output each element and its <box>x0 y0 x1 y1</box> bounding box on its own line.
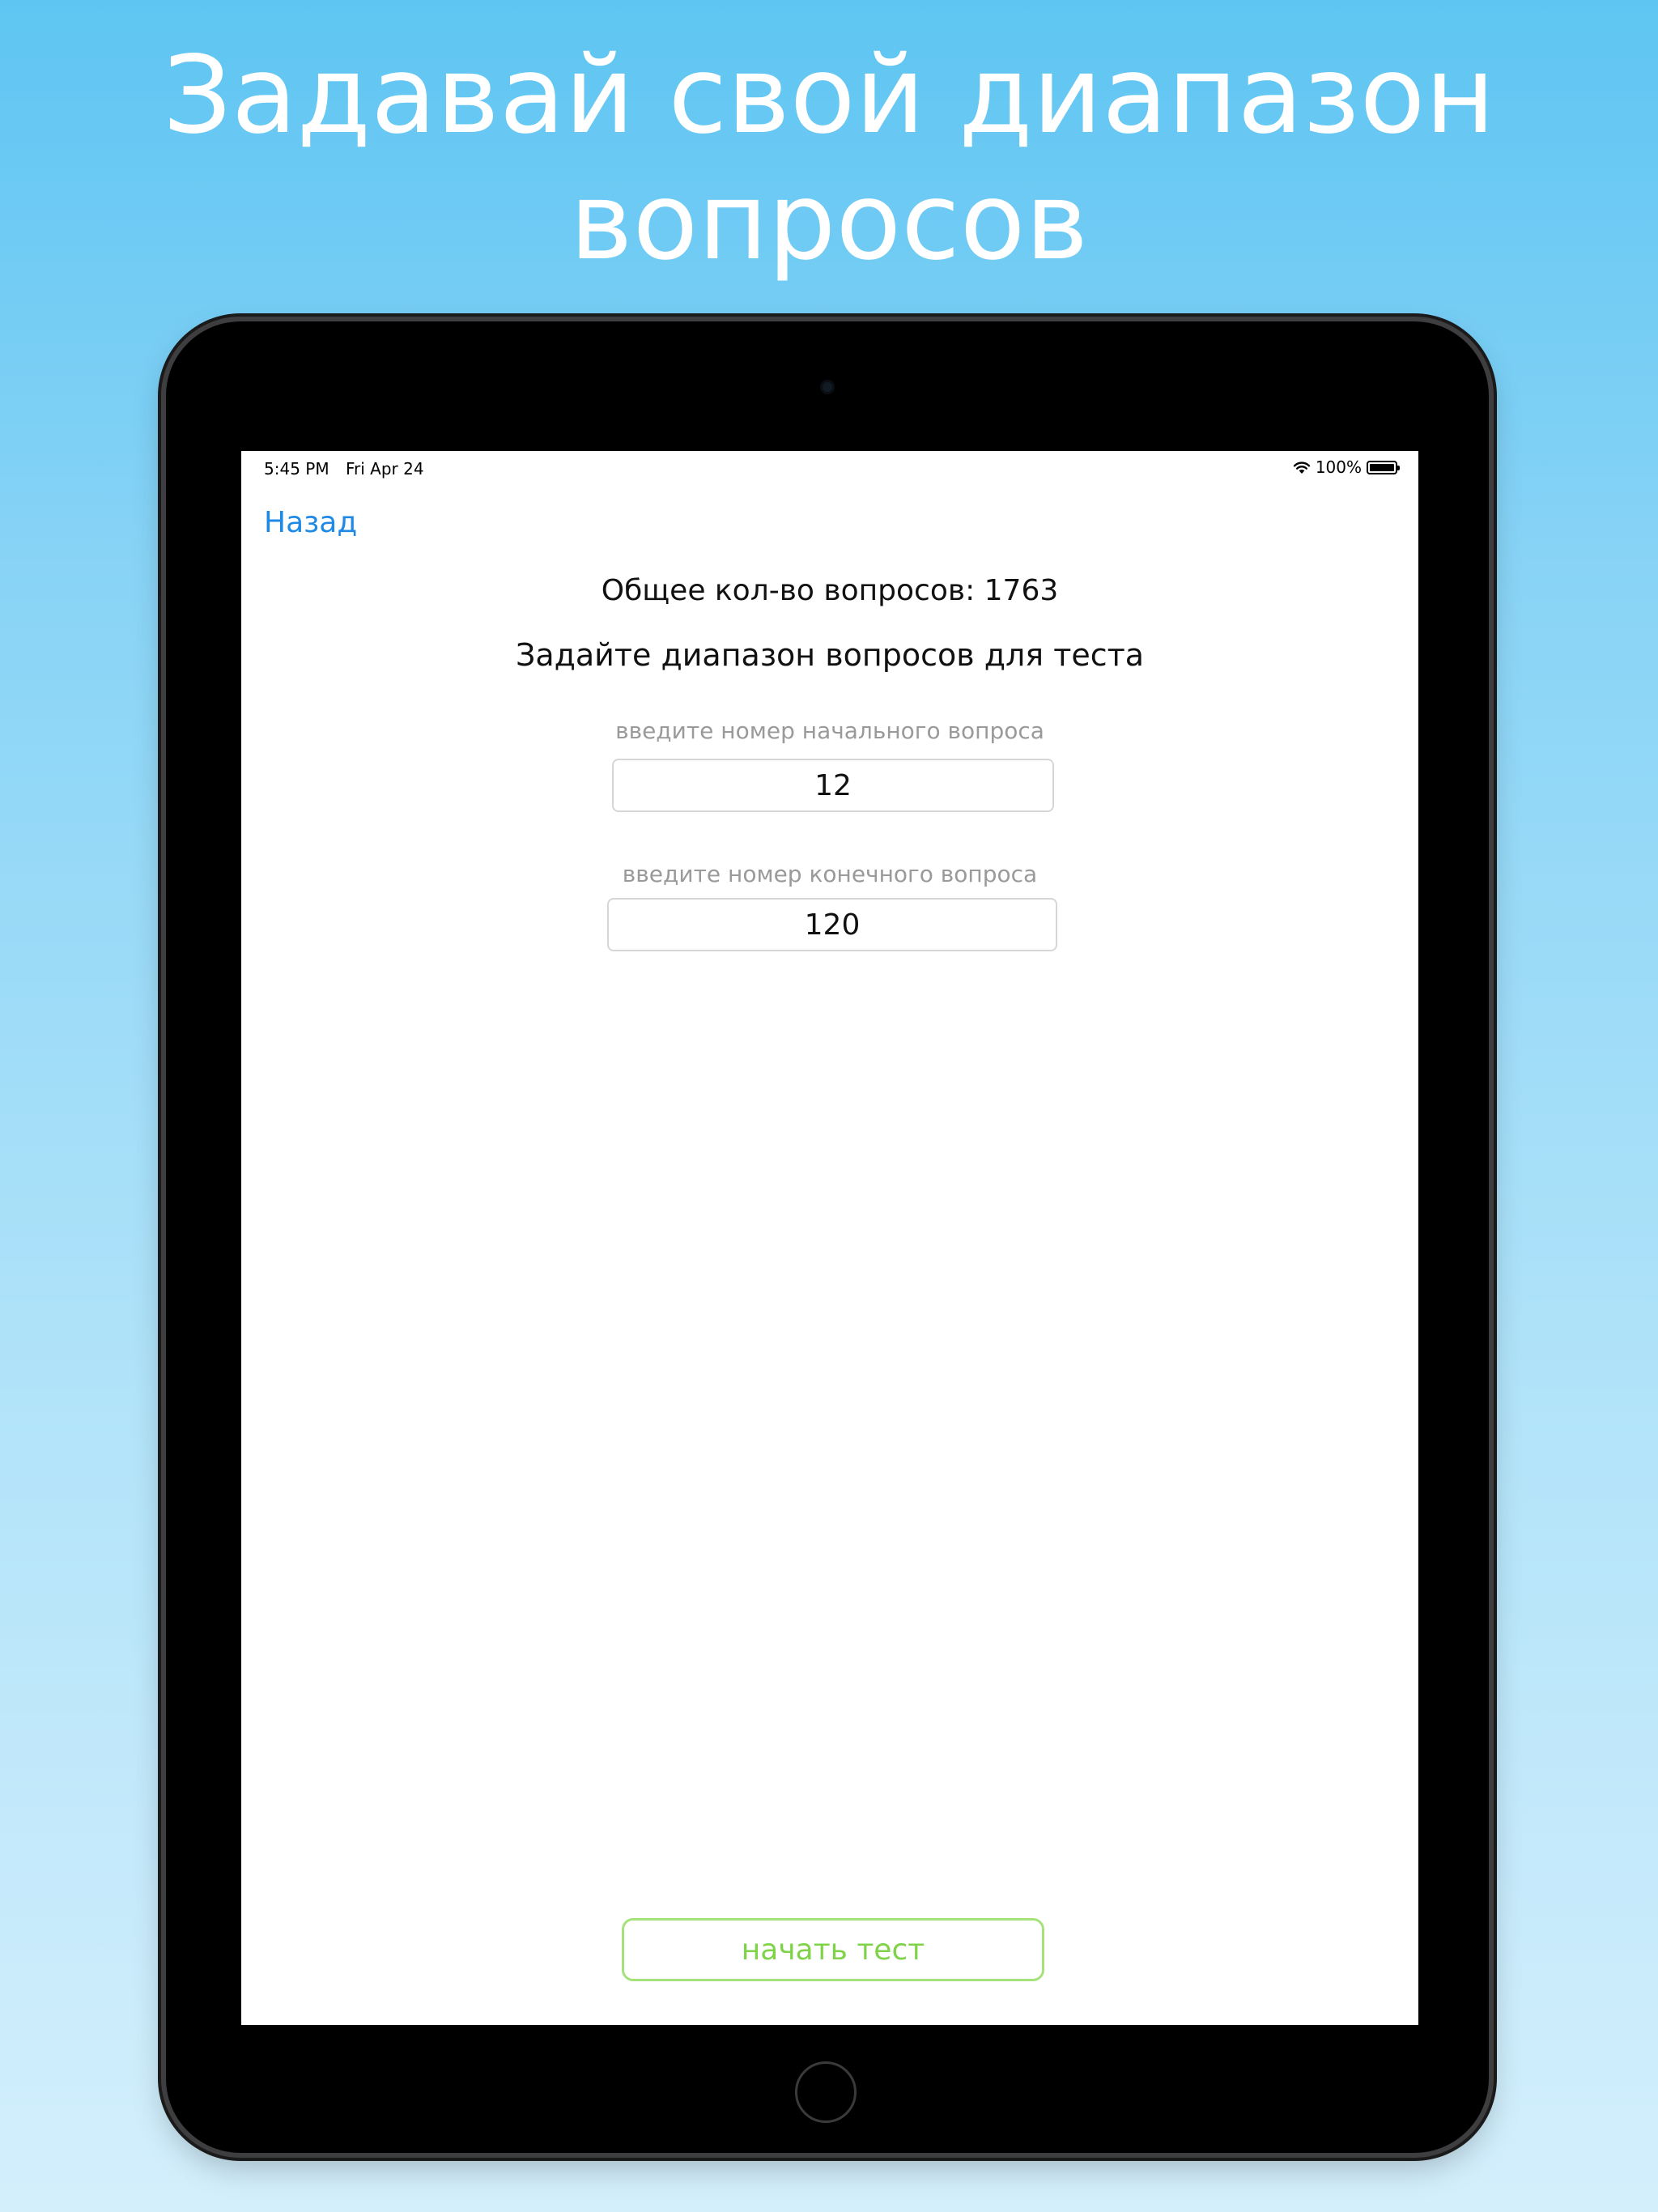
back-button[interactable]: Назад <box>264 506 357 539</box>
app-screen: 5:45 PM Fri Apr 24 100% Назад Общее кол-… <box>241 451 1418 2025</box>
status-right: 100% <box>1293 457 1400 477</box>
status-date: Fri Apr 24 <box>345 459 424 479</box>
promo-headline-line-1: Задавай свой диапазон <box>163 33 1495 158</box>
range-title: Задайте диапазон вопросов для теста <box>515 637 1145 673</box>
start-question-label: введите номер начального вопроса <box>615 717 1044 744</box>
end-question-input[interactable] <box>607 898 1057 951</box>
battery-level-fill <box>1370 463 1394 471</box>
ipad-device-frame: 5:45 PM Fri Apr 24 100% Назад Общее кол-… <box>166 321 1489 2153</box>
promo-headline-line-2: вопросов <box>569 160 1089 284</box>
status-bar: 5:45 PM Fri Apr 24 100% <box>241 451 1418 487</box>
wifi-icon <box>1293 461 1311 474</box>
home-button[interactable] <box>795 2061 857 2123</box>
total-questions-count: Общее кол-во вопросов: 1763 <box>601 574 1059 607</box>
start-test-button[interactable]: начать тест <box>622 1918 1044 1981</box>
end-question-label: введите номер конечного вопроса <box>622 861 1038 887</box>
battery-percent: 100% <box>1315 457 1362 477</box>
start-question-input[interactable] <box>612 759 1054 812</box>
battery-icon <box>1367 460 1400 474</box>
status-left: 5:45 PM Fri Apr 24 <box>264 459 424 479</box>
status-time: 5:45 PM <box>264 459 329 479</box>
promo-headline: Задавай свой диапазон вопросов <box>0 32 1658 285</box>
front-camera-icon <box>820 380 835 394</box>
